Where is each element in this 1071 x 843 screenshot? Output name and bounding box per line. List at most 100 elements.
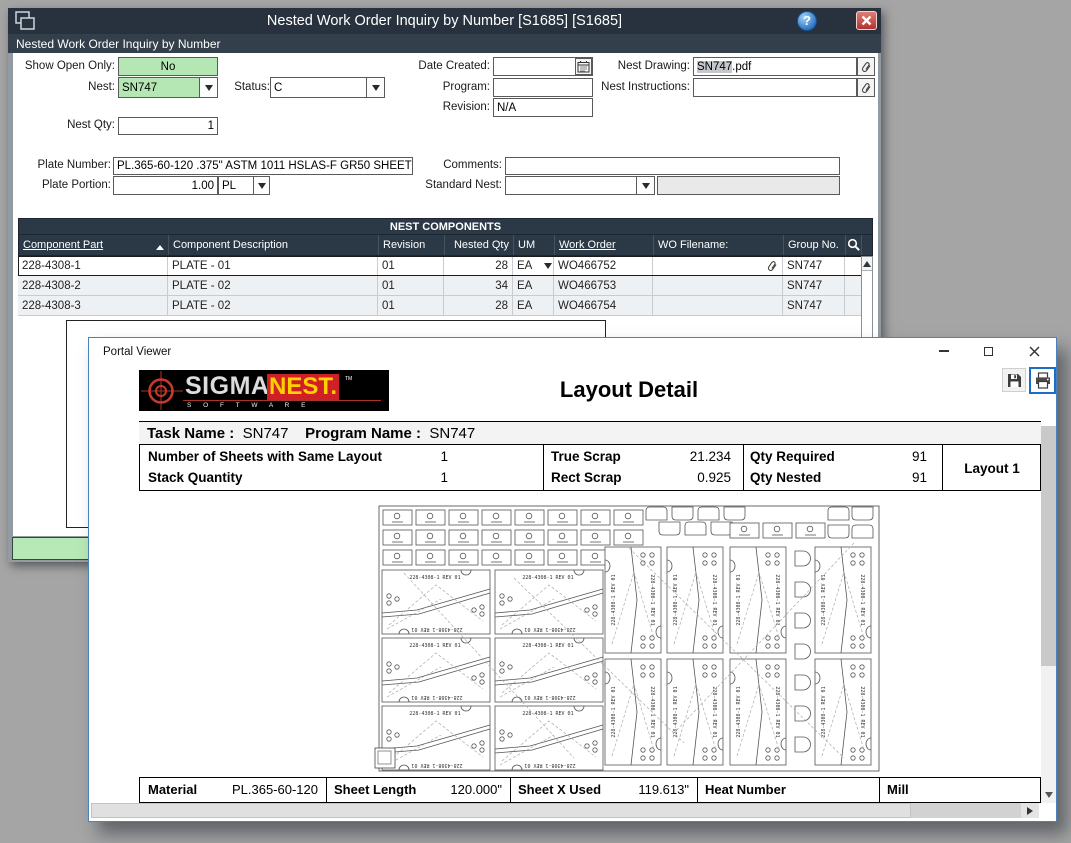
table-header-row: Component Part Component Description Rev…	[18, 235, 873, 256]
svg-text:228-4308-1 REV 01: 228-4308-1 REV 01	[736, 574, 742, 625]
sheets-value: 1	[390, 449, 448, 464]
report-title: Layout Detail	[429, 377, 829, 403]
vertical-scroll-thumb[interactable]	[1041, 426, 1056, 666]
nest-qty-label: Nest Qty:	[67, 119, 115, 131]
print-icon[interactable]	[1029, 367, 1056, 394]
col-revision[interactable]: Revision	[379, 235, 445, 255]
col-um[interactable]: UM	[514, 235, 555, 255]
svg-text:228-4308-1 REV 01: 228-4308-1 REV 01	[711, 574, 717, 625]
col-nested-qty[interactable]: Nested Qty	[445, 235, 514, 255]
table-row[interactable]: 228-4308-3 PLATE - 02 01 28 EA WO466754 …	[18, 296, 873, 316]
horizontal-scrollbar[interactable]	[91, 803, 1039, 818]
heat-number-label: Heat Number	[705, 782, 786, 797]
table-row[interactable]: 228-4308-1 PLATE - 01 01 28 EA WO466752 …	[18, 256, 873, 276]
sheet-length-label: Sheet Length	[334, 782, 416, 797]
svg-text:228-4308-1 REV 01: 228-4308-1 REV 01	[522, 575, 573, 581]
col-wo-filename[interactable]: WO Filename:	[654, 235, 784, 255]
plate-portion-dropdown-icon[interactable]	[253, 177, 269, 194]
close-icon[interactable]	[856, 11, 877, 30]
show-open-only-field[interactable]: No	[118, 57, 218, 76]
program-name-value: SN747	[429, 425, 475, 442]
maximize-icon[interactable]	[971, 338, 1005, 364]
status-value: C	[271, 78, 366, 97]
scroll-right-icon[interactable]	[1021, 803, 1039, 818]
nest-drawing-field[interactable]: SN747.pdf	[693, 57, 857, 76]
nest-dropdown-icon[interactable]	[199, 78, 217, 97]
nest-instructions-paperclip-icon[interactable]	[857, 78, 875, 97]
svg-text:228-4308-1 REV 01: 228-4308-1 REV 01	[821, 574, 827, 625]
standard-nest-dropdown-icon[interactable]	[636, 177, 654, 194]
rect-scrap-label: Rect Scrap	[551, 470, 622, 485]
nest-drawing-paperclip-icon[interactable]	[857, 57, 875, 76]
status-dropdown-icon[interactable]	[366, 78, 384, 97]
portal-title-bar: Portal Viewer	[89, 338, 1056, 365]
calendar-icon[interactable]	[575, 58, 592, 75]
show-open-only-label: Show Open Only:	[25, 60, 115, 72]
help-icon[interactable]: ?	[797, 11, 817, 31]
table-scrollbar[interactable]	[861, 256, 873, 338]
save-icon[interactable]	[1002, 368, 1026, 392]
table-row[interactable]: 228-4308-2 PLATE - 02 01 34 EA WO466753 …	[18, 276, 873, 296]
um-dropdown-icon[interactable]	[544, 263, 552, 273]
layout-number-cell: Layout 1	[942, 445, 1042, 491]
sort-ascending-icon	[156, 241, 164, 250]
revision-field[interactable]: N/A	[493, 98, 593, 117]
col-component-part[interactable]: Component Part	[19, 235, 169, 255]
sheets-label: Number of Sheets with Same Layout	[148, 449, 382, 464]
horizontal-scroll-thumb[interactable]	[91, 803, 911, 818]
mill-label: Mill	[887, 782, 909, 797]
crosshair-target-icon	[141, 371, 183, 410]
col-component-description[interactable]: Component Description	[169, 235, 379, 255]
nest-layout-drawing: 228-4308-1 REV 01 228-4308-1 REV 01 228-43…	[374, 503, 884, 775]
form-caption-bar: Nested Work Order Inquiry by Number	[8, 34, 881, 53]
nest-combo[interactable]: SN747	[118, 77, 218, 98]
sheet-x-used-value: 119.613"	[613, 782, 689, 797]
nest-value: SN747	[119, 78, 199, 97]
scroll-up-icon[interactable]	[862, 257, 872, 271]
plate-number-field[interactable]: PL.365-60-120 .375" ASTM 1011 HSLAS-F GR…	[113, 157, 413, 175]
comments-field[interactable]	[505, 157, 840, 175]
program-name-label: Program Name :	[305, 425, 421, 442]
nest-qty-field[interactable]: 1	[118, 117, 218, 135]
portal-title: Portal Viewer	[103, 346, 171, 358]
svg-text:228-4308-1 REV 01: 228-4308-1 REV 01	[711, 686, 717, 737]
close-window-icon[interactable]	[1017, 338, 1051, 364]
nest-drawing-rest-text: .pdf	[732, 61, 751, 73]
qty-nested-label: Qty Nested	[750, 470, 821, 485]
qty-required-value: 91	[840, 449, 927, 464]
report-area: SIGMA NEST. TM S O F T W A R E Layout De…	[89, 365, 1056, 821]
qty-nested-value: 91	[840, 470, 927, 485]
stack-value: 1	[390, 470, 448, 485]
revision-label: Revision:	[443, 101, 490, 113]
vertical-scrollbar[interactable]	[1041, 426, 1056, 803]
svg-text:228-4308-1 REV 01: 228-4308-1 REV 01	[411, 762, 462, 768]
svg-text:228-4308-1 REV 01: 228-4308-1 REV 01	[524, 694, 575, 700]
svg-text:228-4308-1 REV 01: 228-4308-1 REV 01	[673, 686, 679, 737]
nest-instructions-field[interactable]	[693, 78, 857, 97]
svg-text:228-4308-1 REV 01: 228-4308-1 REV 01	[774, 574, 780, 625]
minimize-icon[interactable]	[927, 338, 961, 364]
plate-portion-field[interactable]: 1.00	[113, 176, 218, 195]
scroll-down-icon[interactable]	[1041, 787, 1056, 803]
row-paperclip-icon[interactable]	[653, 256, 783, 276]
task-header-row: Task Name : SN747 Program Name : SN747	[139, 421, 1041, 445]
program-field[interactable]	[493, 78, 593, 97]
material-footer-row: Material PL.365-60-120 Sheet Length 120.…	[139, 777, 1041, 803]
standard-nest-combo[interactable]	[505, 176, 655, 195]
col-work-order[interactable]: Work Order	[555, 235, 654, 255]
svg-text:228-4308-1 REV 01: 228-4308-1 REV 01	[524, 762, 575, 768]
svg-text:228-4308-1 REV 01: 228-4308-1 REV 01	[409, 643, 460, 649]
search-icon[interactable]	[846, 235, 862, 255]
sheet-length-value: 120.000"	[426, 782, 502, 797]
svg-text:228-4308-1 REV 01: 228-4308-1 REV 01	[859, 686, 865, 737]
window-title: Nested Work Order Inquiry by Number [S16…	[8, 13, 881, 29]
standard-nest-readonly-field	[657, 176, 840, 195]
sigmanest-logo: SIGMA NEST. TM S O F T W A R E	[139, 370, 389, 411]
svg-text:228-4308-1 REV 01: 228-4308-1 REV 01	[524, 626, 575, 632]
plate-portion-unit-combo[interactable]: PL	[218, 176, 270, 195]
program-label: Program:	[443, 81, 490, 93]
stats-table: Number of Sheets with Same Layout 1 Stac…	[139, 445, 1041, 491]
status-combo[interactable]: C	[270, 77, 385, 98]
svg-text:228-4308-1 REV 01: 228-4308-1 REV 01	[409, 711, 460, 717]
col-group-no[interactable]: Group No.	[784, 235, 846, 255]
